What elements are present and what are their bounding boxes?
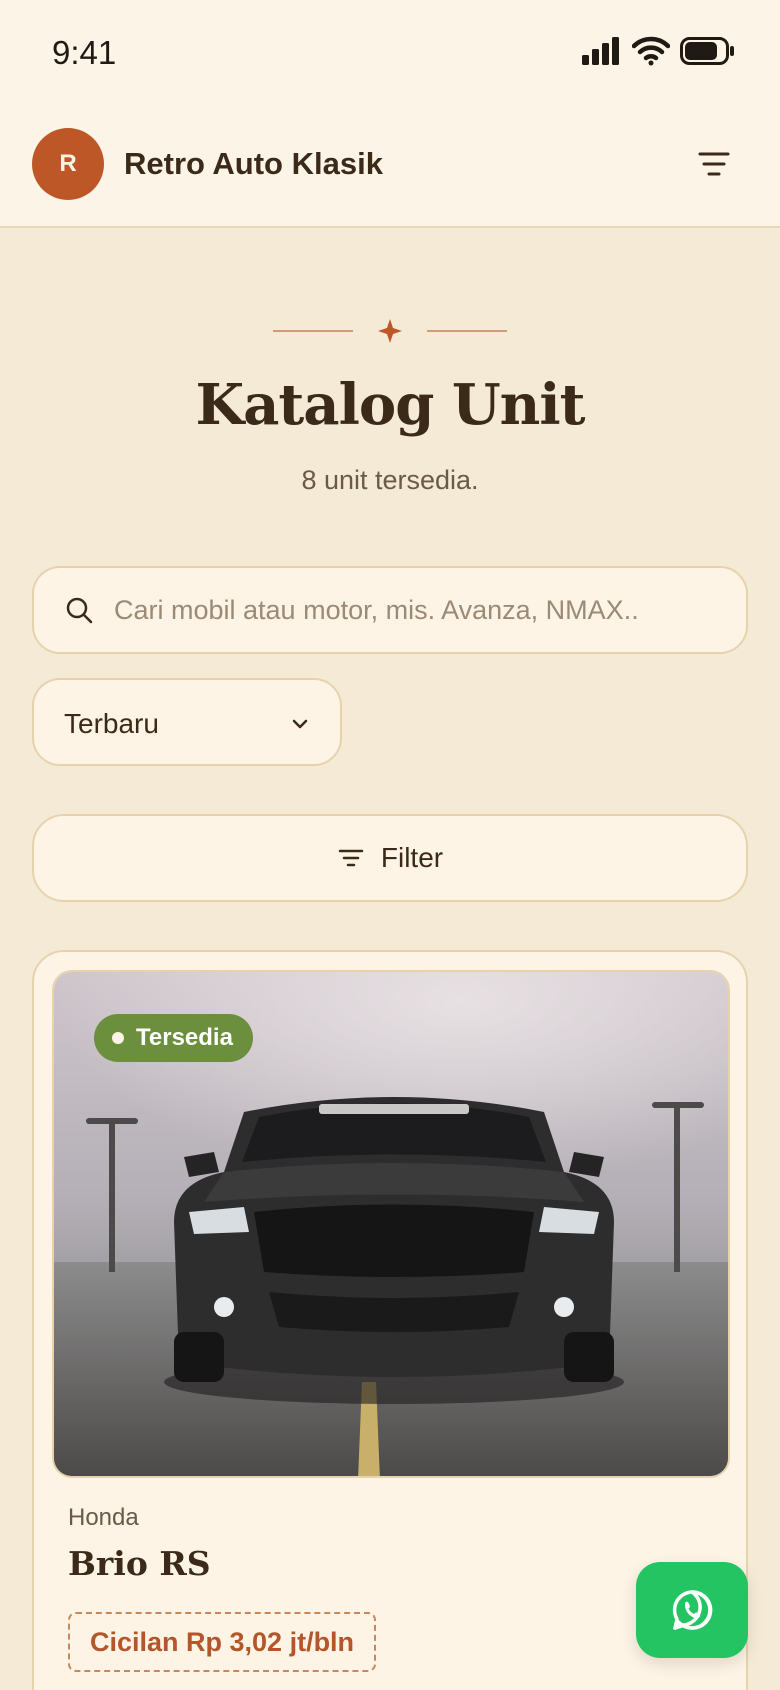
brand-name[interactable]: Retro Auto Klasik <box>124 146 383 182</box>
search-box[interactable] <box>32 566 748 654</box>
page-title: Katalog Unit <box>195 372 585 438</box>
status-time: 9:41 <box>52 34 117 71</box>
filter-button[interactable]: Filter <box>32 814 748 902</box>
ornament-divider <box>273 319 507 343</box>
status-bar: 9:41 <box>0 0 780 110</box>
wifi-icon <box>632 36 670 66</box>
filter-icon <box>338 849 364 867</box>
status-badge: Tersedia <box>94 1014 253 1062</box>
listing-model[interactable]: Brio RS <box>68 1544 211 1583</box>
car-photo[interactable]: Tersedia <box>52 970 730 1478</box>
search-input[interactable] <box>114 586 734 634</box>
status-dot-icon <box>112 1032 124 1044</box>
listing-brand: Honda <box>68 1504 139 1531</box>
installment-tag: Cicilan Rp 3,02 jt/bln <box>68 1612 377 1672</box>
status-badge-label: Tersedia <box>136 1024 233 1051</box>
app-header: R Retro Auto Klasik <box>0 110 780 228</box>
chevron-down-icon <box>292 719 308 729</box>
whatsapp-icon <box>672 1590 713 1630</box>
search-icon <box>66 597 93 624</box>
sort-select[interactable]: Terbaru <box>32 678 342 766</box>
whatsapp-button[interactable] <box>636 1562 748 1658</box>
battery-icon <box>680 37 734 65</box>
filter-label: Filter <box>380 842 444 873</box>
status-icons <box>582 36 736 66</box>
menu-filter-icon[interactable] <box>694 144 734 184</box>
signal-icon <box>582 37 619 65</box>
logo-avatar[interactable]: R <box>32 128 104 200</box>
sort-selected-value: Terbaru <box>64 708 159 739</box>
sparkle-icon <box>378 319 402 343</box>
unit-count: 8 unit tersedia. <box>301 465 479 495</box>
